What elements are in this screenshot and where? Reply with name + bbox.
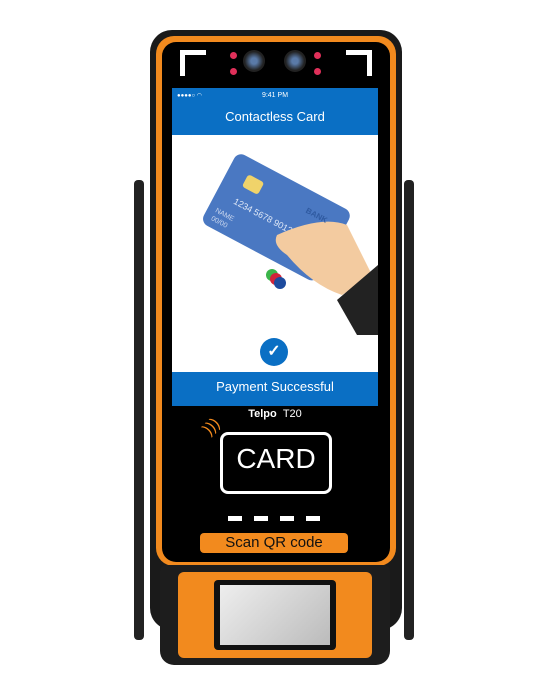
stand-left: [134, 180, 144, 640]
camera-icon: [284, 50, 306, 72]
card-label: CARD: [236, 443, 316, 474]
screen: ●●●●○ ◠ 9:41 PM Contactless Card 1234 56…: [172, 88, 378, 406]
brand-name: Telpo: [248, 408, 277, 420]
led-icon: [314, 52, 321, 59]
card-tap-illustration: 1234 5678 9012 NAME 00/00 BANK: [203, 154, 378, 335]
led-icon: [230, 52, 237, 59]
screen-header: ●●●●○ ◠ 9:41 PM Contactless Card: [172, 88, 378, 135]
scan-qr-label: Scan QR code: [200, 533, 348, 553]
dash: [254, 516, 268, 521]
screen-title: Contactless Card: [225, 109, 325, 124]
camera-icon: [243, 50, 265, 72]
brand-label: Telpo T20: [172, 408, 378, 420]
dash: [280, 516, 294, 521]
dash: [306, 516, 320, 521]
stand-right: [404, 180, 414, 640]
corner-marker-right: [346, 50, 372, 76]
scanner-glass: [220, 585, 330, 645]
led-icon: [314, 68, 321, 75]
payment-status: Payment Successful: [172, 372, 378, 406]
signal-wifi-icon: ●●●●○ ◠: [177, 93, 203, 99]
model-name: T20: [282, 408, 302, 420]
dash: [228, 516, 242, 521]
corner-marker-left: [180, 50, 206, 76]
status-time: 9:41 PM: [261, 92, 289, 99]
check-icon: ✓: [260, 338, 288, 366]
led-icon: [230, 68, 237, 75]
